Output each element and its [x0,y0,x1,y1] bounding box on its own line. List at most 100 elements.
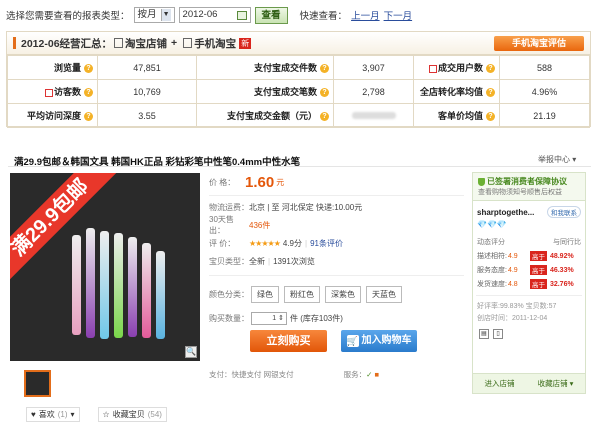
review-count-link[interactable]: 91条评价 [310,238,343,249]
color-row: 颜色分类： 绿色 粉红色 深紫色 天蓝色 [209,281,464,307]
sold-count: 436件 [249,220,271,230]
seller-panel: 已签署消费者保障协议 查看购物须知号顺售后权益 sharptogethe... 和… [472,172,586,394]
prev-month-link[interactable]: 上一月 [351,8,380,22]
accent-bar [13,37,16,49]
stock-info: 件 (库存103件) [290,313,343,323]
heart-icon: ♥ [31,410,36,419]
stat-label: 支付宝成交金额（元）? [196,103,334,128]
help-icon[interactable]: ? [320,88,329,98]
cart-icon: 🛒 [346,335,359,347]
pen-purple [86,228,95,338]
contact-seller-button[interactable]: 和我联系 [547,206,581,218]
report-center-link[interactable]: 举报中心 ▾ [538,154,576,165]
seller-badges: ▤ ▯ [473,324,585,344]
color-option-pink[interactable]: 粉红色 [284,285,320,303]
help-icon[interactable]: ? [320,112,329,122]
favorite-button[interactable]: ☆ 收藏宝贝 (54) [97,407,167,422]
stat-label: 客单价均值? [413,103,500,128]
shop-label: 淘宝店铺 [125,37,168,50]
divider [8,166,591,167]
score-row: 描述相符: 4.9 高于 48.92% [477,251,574,261]
color-option-purple[interactable]: 深紫色 [325,285,361,303]
quantity-stepper[interactable]: 1 ⇕ [251,311,287,325]
seller-name-row: sharptogethe... 和我联系 [473,201,585,218]
help-icon[interactable]: ? [486,112,495,122]
favorite-shop-link[interactable]: 收藏店铺 ▾ [538,378,574,389]
stat-value: 2,798 [333,79,414,104]
mobile-label: 手机淘宝 [194,37,237,50]
pen-green [114,233,123,338]
blurred-value [351,111,396,119]
buy-now-button[interactable]: 立刻购买 [250,330,327,352]
pen-pink [72,235,81,335]
stat-label: 浏览量? [7,55,98,80]
pen-pink [142,243,151,338]
report-icon [428,64,437,73]
sold-row: 30天售出： 436件 [209,215,271,235]
help-icon[interactable]: ? [84,112,93,122]
stat-value: 47,851 [97,55,197,80]
mobile-icon: ▯ [493,329,503,339]
stat-label: 支付宝成交笔数? [196,79,334,104]
new-badge: 新 [239,37,252,49]
add-to-cart-button[interactable]: 🛒 加入购物车 [341,330,417,352]
help-icon[interactable]: ? [486,88,495,98]
payment-service-row: 支付：快捷支付 网银支付 服务：✓ ■ [209,370,380,379]
period-select-value: 按月 [137,9,157,20]
table-row: 浏览量? 47,851 支付宝成交件数? 3,907 成交用户数? 588 [7,55,590,80]
calendar-icon[interactable] [236,10,247,20]
help-icon[interactable]: ? [486,64,495,74]
guarantee-link[interactable]: 查看购物须知号顺售后权益 [478,187,580,197]
help-icon[interactable]: ? [84,64,93,74]
report-icon [44,88,53,97]
quantity-row: 购买数量： 1 ⇕ 件 (库存103件) [209,311,343,325]
payment-methods: 快捷支付 网银支付 [231,370,294,379]
stat-label: 全店转化率均值? [413,79,500,104]
stat-value: 588 [499,55,590,80]
card-icon: ▤ [479,329,489,339]
monthly-summary-panel: 2012-06经营汇总： 淘宝店铺 + 手机淘宝 新 手机淘宝评估 浏览量? 4… [6,31,591,128]
period-select[interactable]: 按月 ▼ [133,7,175,23]
color-option-blue[interactable]: 天蓝色 [366,285,402,303]
stat-label: 成交用户数? [413,55,500,80]
star-rating-icon: ★★★★★ [249,238,281,248]
summary-title: 2012-06经营汇总： [21,37,113,50]
score-row: 发货速度: 4.8 高于 32.76% [477,279,574,289]
view-count: 1391次浏览 [273,256,315,266]
color-option-green[interactable]: 绿色 [251,285,279,303]
shield-icon [478,177,485,186]
help-icon[interactable]: ? [320,64,329,74]
shipping-value[interactable]: 北京 | 至 河北保定 快递:10.00元 [249,202,362,213]
seller-name[interactable]: sharptogethe... [477,208,534,217]
score-row: 服务态度: 4.9 高于 46.33% [477,265,574,275]
table-row: 访客数? 10,769 支付宝成交笔数? 2,798 全店转化率均值? 4.96… [7,79,590,104]
stat-value: 21.19 [499,103,590,128]
product-image[interactable]: 满29.9包邮 🔍 [10,173,200,361]
like-button[interactable]: ♥ 喜欢 (1) ▾ [26,407,80,422]
stat-label: 访客数? [7,79,98,104]
pen-purple [128,237,137,337]
pen-blue [156,251,165,339]
mobile-rate-button[interactable]: 手机淘宝评估 [494,36,584,51]
stat-value: 3.55 [97,103,197,128]
help-icon[interactable]: ? [84,88,93,98]
table-row: 平均访问深度? 3.55 支付宝成交金额（元）? 客单价均值? 21.19 [7,103,590,128]
month-input[interactable]: 2012-06 [178,7,251,23]
next-month-link[interactable]: 下一月 [384,8,413,22]
enter-shop-link[interactable]: 进入店铺 [485,378,515,389]
view-button[interactable]: 查看 [254,6,288,24]
summary-header: 2012-06经营汇总： 淘宝店铺 + 手机淘宝 新 手机淘宝评估 [7,32,590,55]
product-info: 价 格： 1.60 元 物流运费： 北京 | 至 河北保定 快递:10.00元 30天… [209,171,464,329]
mobile-icon [183,38,193,48]
stats-table: 浏览量? 47,851 支付宝成交件数? 3,907 成交用户数? 588 访客… [7,55,590,128]
badge-icon: ■ [374,370,380,379]
price-value: 1.60 [245,173,275,191]
quick-view-label: 快速查看： [299,11,348,22]
star-icon: ☆ [102,410,110,419]
image-thumbnail[interactable] [24,370,51,397]
magnifier-icon[interactable]: 🔍 [185,346,197,358]
diamond-rank-icon: 💎💎💎 [477,220,507,229]
month-input-value: 2012-06 [182,9,218,20]
price-row: 价 格： 1.60 元 [209,173,285,191]
stat-value: 3,907 [333,55,414,80]
